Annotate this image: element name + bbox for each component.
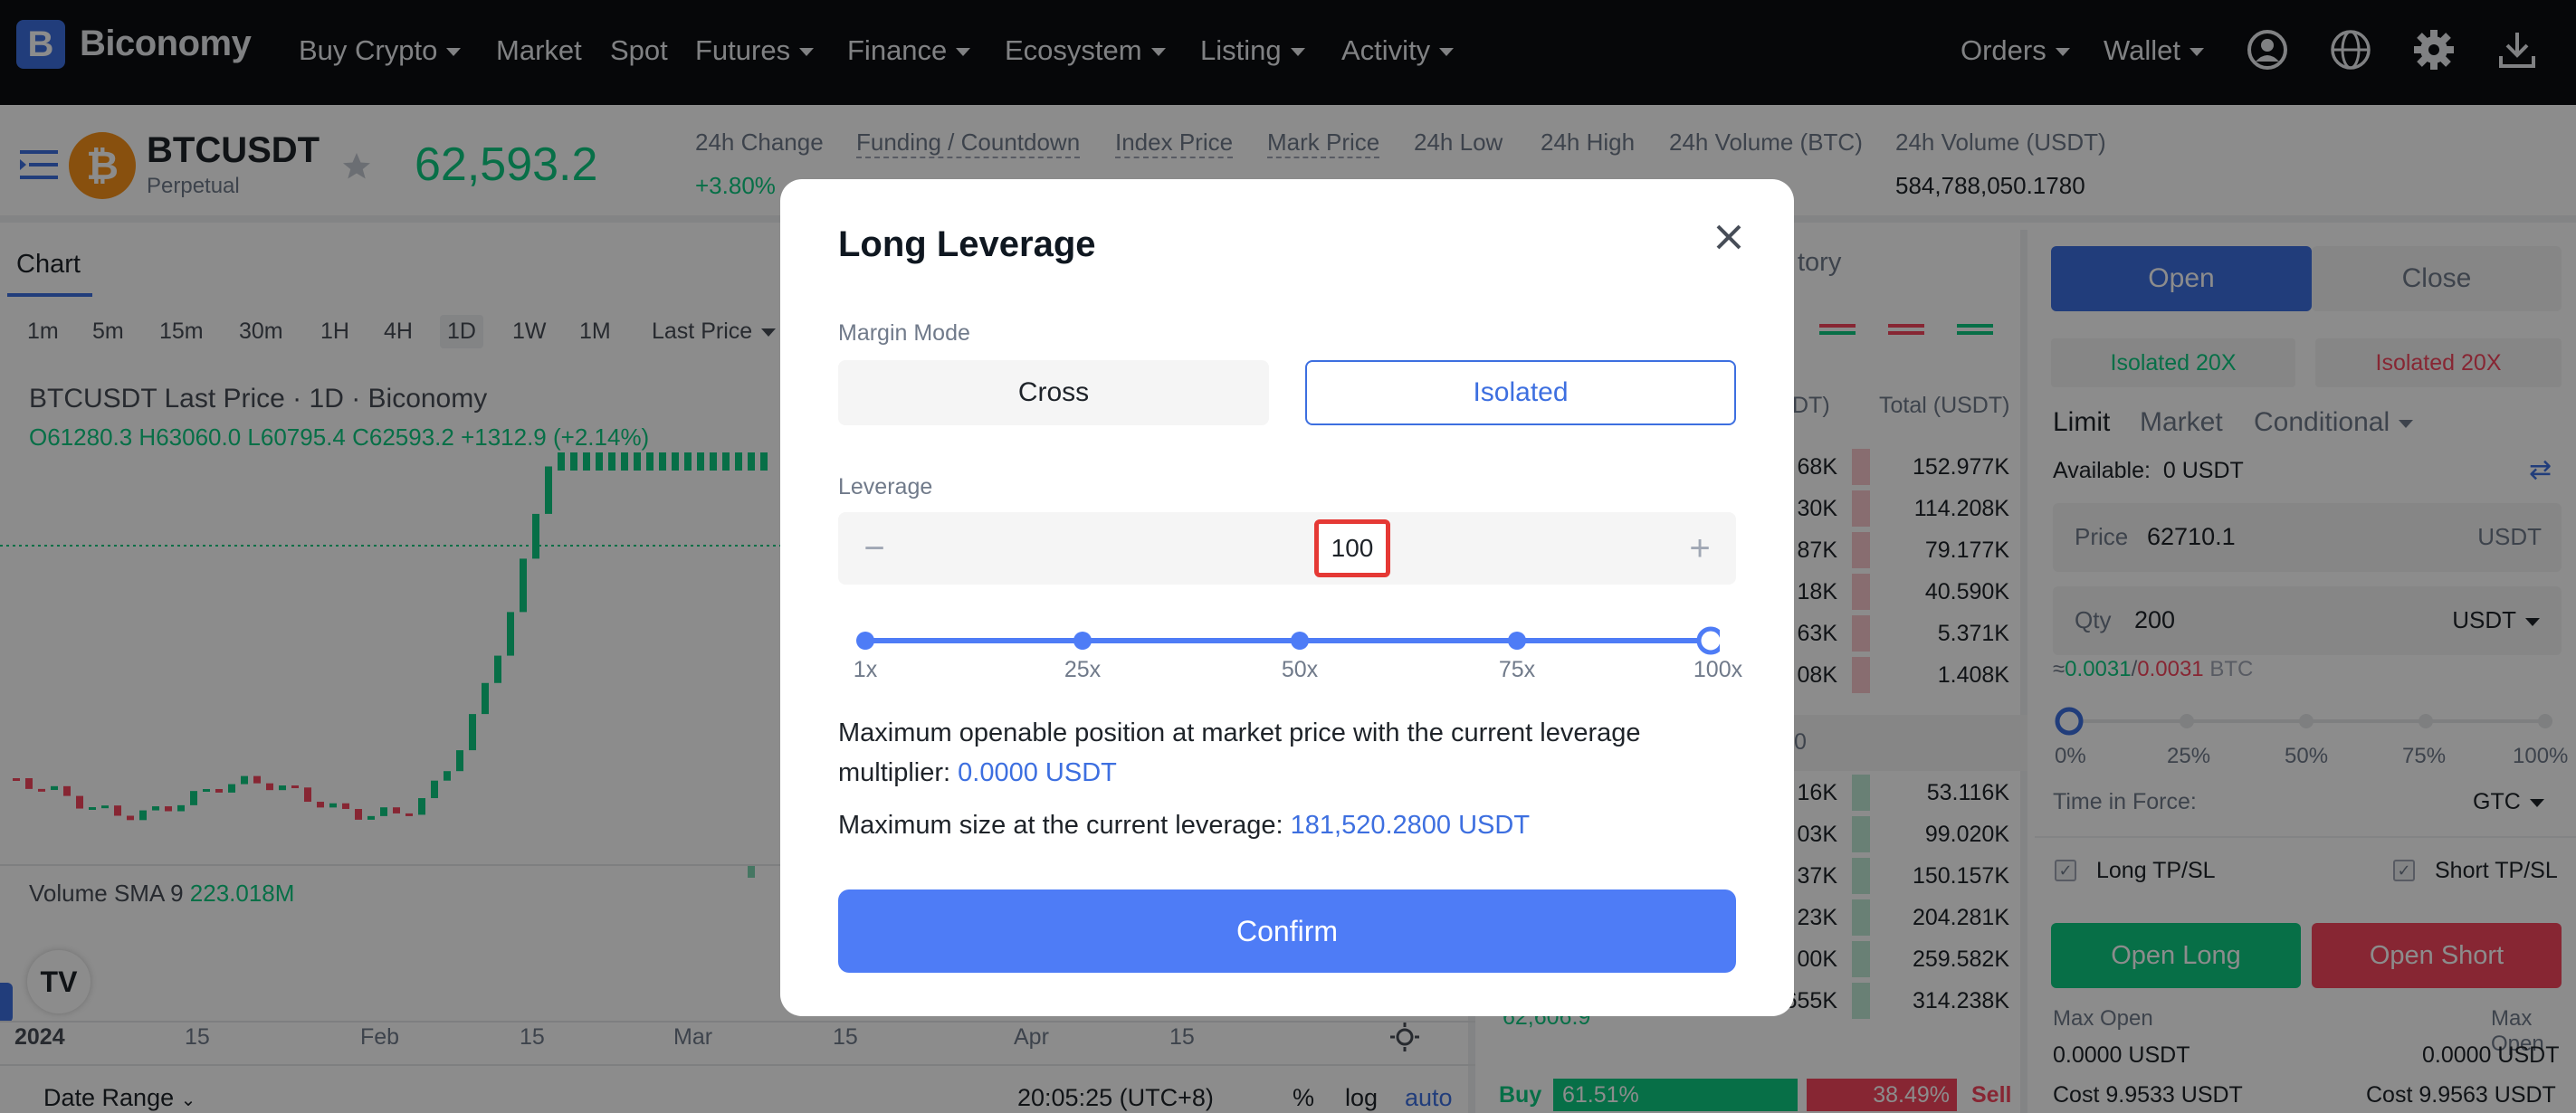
cross-mode-button[interactable]: Cross (838, 360, 1269, 425)
max-size-value: 181,520.2800 USDT (1290, 811, 1531, 840)
margin-mode-label: Margin Mode (838, 320, 970, 346)
close-icon[interactable] (1711, 219, 1747, 255)
modal-title: Long Leverage (838, 224, 1096, 264)
slider-tick-25x (1073, 632, 1092, 650)
slider-label-1x: 1x (853, 657, 878, 682)
slider-tick-50x (1291, 632, 1309, 650)
isolated-mode-button[interactable]: Isolated (1305, 360, 1736, 425)
slider-label-50x: 50x (1281, 657, 1319, 682)
max-size-text: Maximum size at the current leverage: 18… (838, 811, 1531, 840)
leverage-slider[interactable] (856, 623, 1720, 659)
slider-thumb (1696, 626, 1720, 655)
leverage-increase-button[interactable]: + (1664, 512, 1736, 585)
long-leverage-modal: Long Leverage Margin Mode Cross Isolated… (780, 179, 1794, 1016)
slider-label-100x: 100x (1693, 657, 1743, 682)
slider-label-75x: 75x (1498, 657, 1536, 682)
slider-tick-75x (1508, 632, 1526, 650)
leverage-label: Leverage (838, 474, 933, 499)
leverage-stepper: − 100 + (838, 512, 1736, 585)
confirm-button[interactable]: Confirm (838, 889, 1736, 973)
max-openable-value: 0.0000 USDT (958, 758, 1117, 787)
leverage-decrease-button[interactable]: − (838, 512, 911, 585)
slider-tick-1x (856, 632, 874, 650)
leverage-input[interactable]: 100 (1314, 519, 1390, 577)
slider-label-25x: 25x (1064, 657, 1102, 682)
max-openable-text: Maximum openable position at market pric… (838, 718, 1641, 787)
